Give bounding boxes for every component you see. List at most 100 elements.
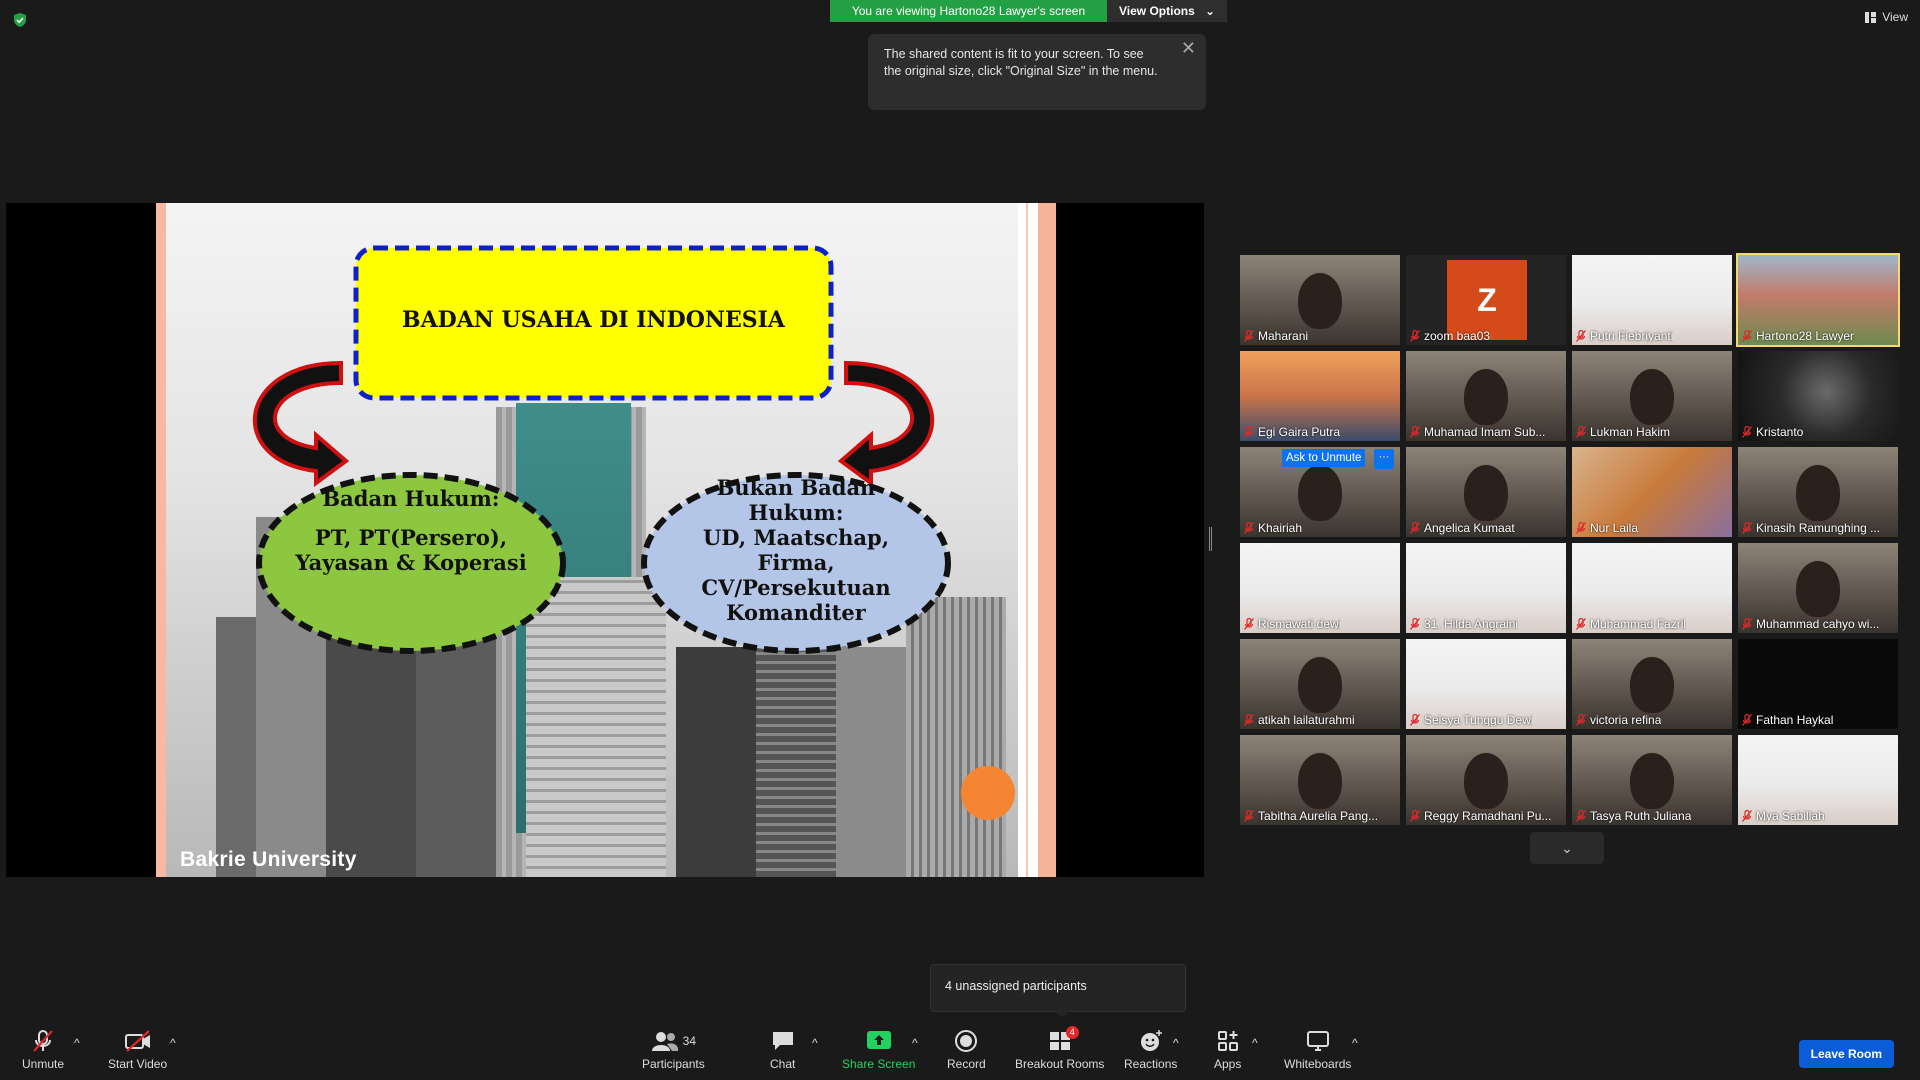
- bakrie-university-caption: Bakrie University: [180, 848, 357, 871]
- gallery-next-page-button[interactable]: ⌄: [1530, 832, 1604, 864]
- participant-tile[interactable]: Egi Gaira Putra: [1240, 351, 1400, 441]
- participant-tile[interactable]: atikah lailaturahmi: [1240, 639, 1400, 729]
- participant-name-tag: Muhammad cahyo wi...: [1742, 617, 1879, 631]
- participant-face: [1298, 465, 1342, 521]
- participant-tile[interactable]: Nur Laila: [1572, 447, 1732, 537]
- participants-button[interactable]: 34 Participants: [642, 1028, 705, 1071]
- right-curved-arrow: [837, 360, 935, 487]
- participant-tile[interactable]: Kinasih Ramunghing ...: [1738, 447, 1898, 537]
- microphone-muted-icon: [1742, 714, 1752, 726]
- participant-tile[interactable]: 31. Hilda Angraini: [1406, 543, 1566, 633]
- participant-name-tag: Kristanto: [1742, 425, 1803, 439]
- tooltip-text: The shared content is fit to your screen…: [884, 47, 1158, 78]
- microphone-muted-icon: [33, 1030, 53, 1052]
- share-screen-button[interactable]: Share Screen: [842, 1028, 915, 1071]
- participant-tile[interactable]: Seisya Tunggu Dewi: [1406, 639, 1566, 729]
- leave-room-button[interactable]: Leave Room: [1798, 1040, 1894, 1068]
- whiteboards-button[interactable]: Whiteboards: [1284, 1028, 1351, 1071]
- left-oval-heading: Badan Hukum:: [322, 486, 500, 511]
- security-shield-icon[interactable]: [12, 12, 28, 28]
- panel-resize-handle[interactable]: [1209, 527, 1212, 551]
- whiteboards-options-caret[interactable]: ^: [1352, 1036, 1358, 1050]
- whiteboard-icon: [1306, 1031, 1329, 1051]
- participant-face: [1630, 369, 1674, 425]
- chevron-down-icon: ⌄: [1561, 839, 1573, 856]
- reactions-options-caret[interactable]: ^: [1173, 1036, 1179, 1050]
- participant-name: Muhammad Fazril: [1590, 617, 1687, 631]
- participant-name-tag: atikah lailaturahmi: [1244, 713, 1355, 727]
- reactions-button[interactable]: Reactions: [1124, 1028, 1177, 1071]
- breakout-rooms-button[interactable]: 4 Breakout Rooms: [1015, 1026, 1104, 1071]
- participant-name: Kinasih Ramunghing ...: [1756, 521, 1881, 535]
- audio-options-caret[interactable]: ^: [74, 1036, 80, 1050]
- unassigned-participants-notice[interactable]: 4 unassigned participants: [930, 964, 1186, 1018]
- participant-tile[interactable]: Rismawati dewi: [1240, 543, 1400, 633]
- participant-tile[interactable]: Muhammad cahyo wi...: [1738, 543, 1898, 633]
- smiley-icon: [1140, 1030, 1162, 1051]
- share-screen-icon: [866, 1031, 891, 1049]
- view-layout-button[interactable]: View: [1865, 10, 1908, 24]
- video-options-caret[interactable]: ^: [170, 1036, 176, 1050]
- microphone-muted-icon: [1410, 330, 1420, 342]
- whiteboards-label: Whiteboards: [1284, 1057, 1352, 1071]
- pointer-dot: [961, 766, 1015, 820]
- apps-options-caret[interactable]: ^: [1252, 1036, 1258, 1050]
- chat-options-caret[interactable]: ^: [812, 1036, 818, 1050]
- right-oval-text: Bukan Badan Hukum: UD, Maatschap, Firma,…: [686, 475, 906, 625]
- ask-to-unmute-button[interactable]: Ask to Unmute: [1282, 449, 1366, 467]
- participant-name: Muhamad Imam Sub...: [1424, 425, 1546, 439]
- participant-face: [1796, 465, 1840, 521]
- participant-name: Khairiah: [1258, 521, 1303, 535]
- participant-tile[interactable]: Lukman Hakim: [1572, 351, 1732, 441]
- microphone-muted-icon: [1742, 330, 1752, 342]
- participant-name: Maharani: [1258, 329, 1309, 343]
- participant-tile[interactable]: Mya Sabillah: [1738, 735, 1898, 825]
- more-options-button[interactable]: ···: [1374, 449, 1394, 469]
- reactions-label: Reactions: [1124, 1057, 1178, 1071]
- presentation-slide: BADAN USAHA DI INDONESIA Badan Hukum: PT…: [156, 203, 1056, 877]
- unmute-button[interactable]: Unmute: [22, 1028, 64, 1071]
- view-options-button[interactable]: View Options ⌄: [1107, 0, 1227, 22]
- participant-name: atikah lailaturahmi: [1258, 713, 1355, 727]
- participant-name-tag: Putri Fiebriyanti: [1576, 329, 1673, 343]
- participant-name-tag: Muhamad Imam Sub...: [1410, 425, 1545, 439]
- participant-name: Putri Fiebriyanti: [1590, 329, 1674, 343]
- participant-tile[interactable]: Fathan Haykal: [1738, 639, 1898, 729]
- share-options-caret[interactable]: ^: [912, 1036, 918, 1050]
- chat-label: Chat: [770, 1057, 796, 1071]
- participant-tile[interactable]: Angelica Kumaat: [1406, 447, 1566, 537]
- video-camera-off-icon: [124, 1030, 150, 1052]
- close-icon[interactable]: ✕: [1181, 39, 1196, 57]
- participant-tile[interactable]: Muhammad Fazril: [1572, 543, 1732, 633]
- participant-name-tag: Kinasih Ramunghing ...: [1742, 521, 1880, 535]
- participant-tile[interactable]: Reggy Ramadhani Pu...: [1406, 735, 1566, 825]
- participant-tile[interactable]: Muhamad Imam Sub...: [1406, 351, 1566, 441]
- fit-screen-tooltip: The shared content is fit to your screen…: [868, 34, 1206, 110]
- record-button[interactable]: Record: [947, 1028, 986, 1071]
- start-video-button[interactable]: Start Video: [108, 1028, 167, 1071]
- microphone-muted-icon: [1576, 426, 1586, 438]
- record-icon: [955, 1030, 978, 1052]
- participant-tile[interactable]: victoria refina: [1572, 639, 1732, 729]
- participant-tile[interactable]: Maharani: [1240, 255, 1400, 345]
- apps-button[interactable]: Apps: [1214, 1028, 1241, 1071]
- participant-tile[interactable]: Tasya Ruth Juliana: [1572, 735, 1732, 825]
- participant-tile[interactable]: Ask to Unmute ··· Khairiah: [1240, 447, 1400, 537]
- participants-label: Participants: [642, 1057, 705, 1071]
- participant-name-tag: Tabitha Aurelia Pang...: [1244, 809, 1378, 823]
- participant-tile[interactable]: Tabitha Aurelia Pang...: [1240, 735, 1400, 825]
- participant-face: [1298, 273, 1342, 329]
- chat-button[interactable]: Chat: [770, 1028, 795, 1071]
- participant-tile[interactable]: Kristanto: [1738, 351, 1898, 441]
- participant-tile[interactable]: Putri Fiebriyanti: [1572, 255, 1732, 345]
- participant-tile[interactable]: Zzoom baa03: [1406, 255, 1566, 345]
- start-video-label: Start Video: [108, 1057, 168, 1071]
- participant-tile[interactable]: Hartono28 Lawyer: [1736, 253, 1900, 347]
- microphone-muted-icon: [1244, 618, 1254, 630]
- participant-name: Rismawati dewi: [1258, 617, 1342, 631]
- participant-face: [1464, 753, 1508, 809]
- participant-name: Seisya Tunggu Dewi: [1424, 713, 1534, 727]
- participants-count: 34: [682, 1034, 697, 1048]
- shared-screen[interactable]: BADAN USAHA DI INDONESIA Badan Hukum: PT…: [6, 203, 1204, 877]
- participant-name-tag: Fathan Haykal: [1742, 713, 1833, 727]
